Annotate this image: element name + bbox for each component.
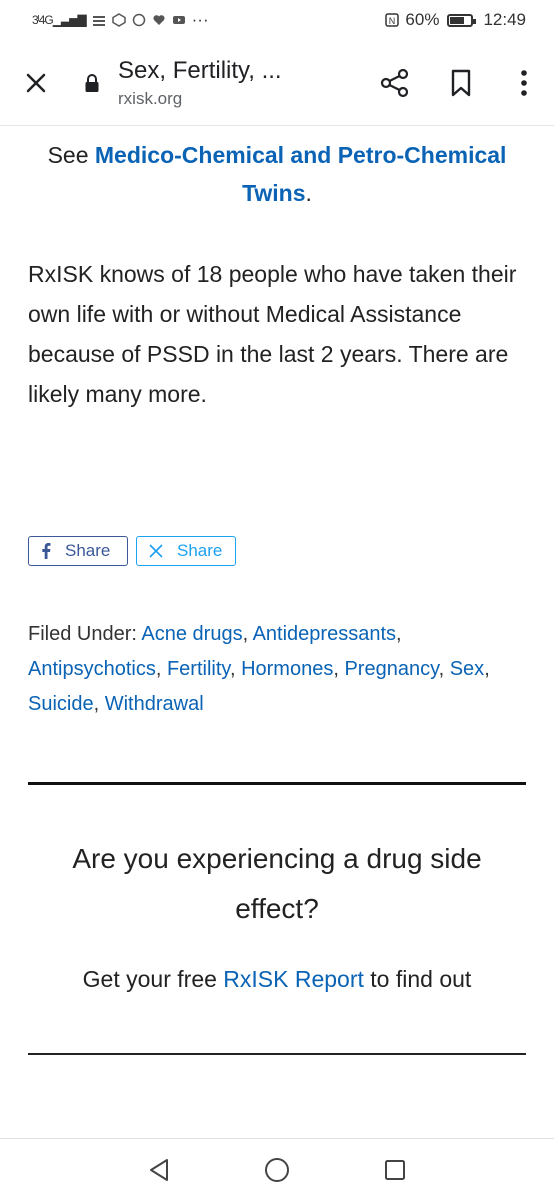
recents-square-icon	[385, 1159, 405, 1180]
category-link[interactable]: Fertility	[167, 658, 230, 680]
heart-icon	[153, 15, 165, 25]
close-icon	[26, 73, 46, 92]
system-nav-bar	[0, 1138, 554, 1200]
back-button[interactable]	[139, 1150, 179, 1190]
category-link[interactable]: Acne drugs	[141, 623, 242, 645]
status-left: 3ᴵ4G▁▃▅▇ ···	[32, 10, 209, 30]
site-info-button[interactable]	[72, 40, 112, 126]
app-icon-2	[111, 13, 126, 27]
back-triangle-icon	[150, 1158, 168, 1181]
divider	[28, 1053, 526, 1055]
x-share-button[interactable]: Share	[136, 536, 236, 566]
more-notifications-icon: ···	[191, 10, 209, 29]
cta-sub-prefix: Get your free	[82, 966, 224, 992]
signal-icon: 3ᴵ4G▁▃▅▇	[32, 13, 87, 27]
divider	[28, 782, 526, 785]
page-title: Sex, Fertility, ...	[118, 56, 282, 84]
cta-title: Are you experiencing a drug side effect?	[72, 843, 482, 924]
status-bar: 3ᴵ4G▁▃▅▇ ··· N 60% 12:49	[0, 0, 554, 40]
x-icon	[149, 544, 163, 558]
cta-sub-suffix: to find out	[363, 966, 472, 992]
see-also-line: See Medico-Chemical and Petro-Chemical T…	[28, 136, 526, 212]
battery-percent: 60%	[405, 10, 440, 29]
category-link[interactable]: Sex	[450, 658, 484, 680]
bookmark-icon	[451, 69, 471, 96]
facebook-share-label: Share	[65, 541, 111, 560]
share-row: Share Share	[28, 536, 236, 566]
category-link[interactable]: Withdrawal	[105, 693, 204, 715]
category-link[interactable]: Hormones	[241, 658, 333, 680]
see-prefix: See	[47, 142, 95, 168]
facebook-share-button[interactable]: Share	[28, 536, 128, 566]
browser-toolbar: Sex, Fertility, ... rxisk.org	[0, 40, 554, 126]
share-page-button[interactable]	[362, 40, 428, 126]
clock: 12:49	[483, 10, 526, 29]
nfc-icon: N	[385, 13, 400, 27]
category-link[interactable]: Antidepressants	[253, 623, 396, 645]
home-circle-icon	[265, 1157, 289, 1182]
twins-link[interactable]: Medico-Chemical and Petro-Chemical Twins	[95, 142, 507, 206]
x-share-label: Share	[177, 541, 223, 560]
svg-text:N: N	[389, 16, 396, 26]
page-content: See Medico-Chemical and Petro-Chemical T…	[0, 126, 554, 1138]
status-right: N 60% 12:49	[385, 10, 526, 30]
category-link[interactable]: Suicide	[28, 693, 94, 715]
page-url: rxisk.org	[118, 88, 183, 108]
recents-button[interactable]	[375, 1150, 415, 1190]
home-button[interactable]	[257, 1150, 297, 1190]
category-link[interactable]: Pregnancy	[344, 658, 438, 680]
filed-under: Filed Under: Acne drugs, Antidepressants…	[28, 623, 490, 715]
battery-icon	[447, 13, 477, 27]
menu-button[interactable]	[494, 40, 554, 126]
close-button[interactable]	[0, 40, 72, 126]
battery-level	[450, 16, 464, 24]
see-suffix: .	[305, 180, 312, 206]
bookmark-button[interactable]	[428, 40, 494, 126]
whatsapp-icon	[132, 13, 145, 27]
lock-icon	[85, 73, 99, 92]
youtube-icon	[172, 16, 185, 24]
more-vert-icon	[521, 69, 527, 96]
rxisk-report-link[interactable]: RxISK Report	[223, 966, 364, 992]
title-block[interactable]: Sex, Fertility, ... rxisk.org	[112, 57, 362, 109]
cta-subtitle: Get your free RxISK Report to find out	[28, 966, 526, 993]
article-paragraph: RxISK knows of 18 people who have taken …	[28, 261, 517, 407]
category-link[interactable]: Antipsychotics	[28, 658, 156, 680]
facebook-icon	[42, 543, 51, 559]
share-icon	[380, 68, 409, 97]
filed-under-label: Filed Under:	[28, 623, 142, 645]
app-icon-1	[92, 16, 105, 26]
